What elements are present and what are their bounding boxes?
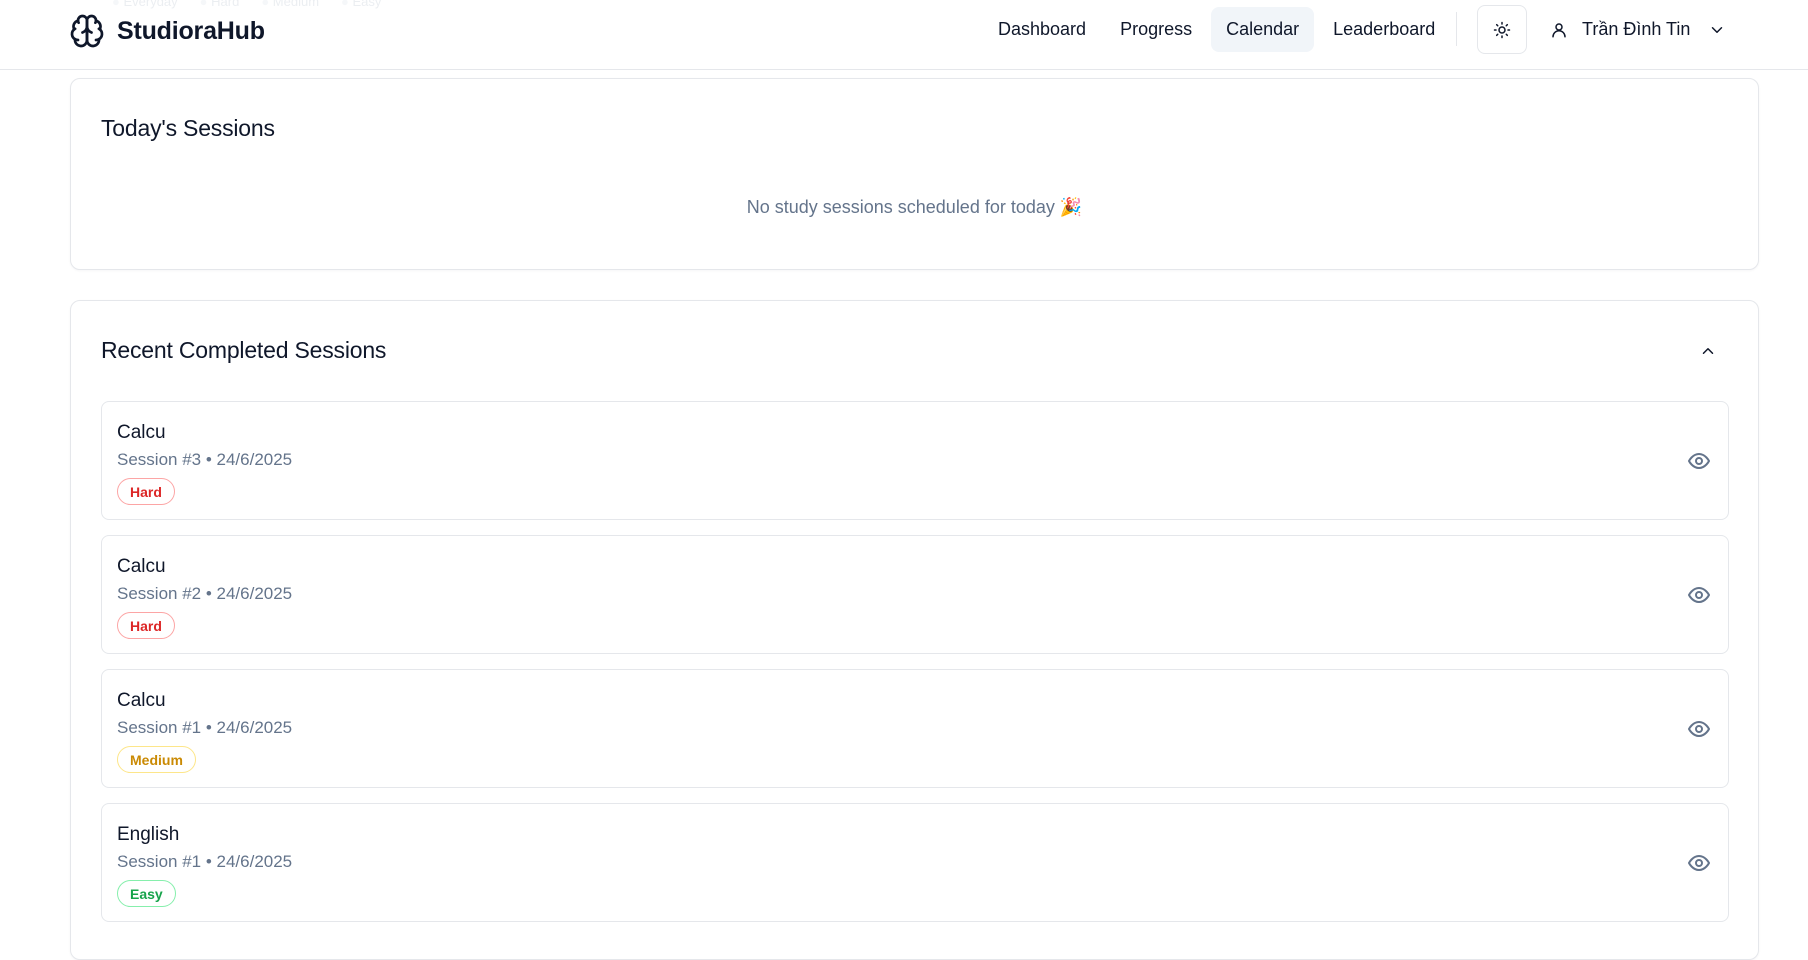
session-list: Calcu Session #3 • 24/6/2025 Hard Calcu … [101,401,1729,937]
recent-sessions-title: Recent Completed Sessions [101,337,387,363]
app-logo[interactable]: StudioraHub [69,13,265,49]
nav-leaderboard[interactable]: Leaderboard [1318,7,1450,52]
theme-toggle-button[interactable] [1477,5,1527,54]
eye-icon [1688,721,1710,737]
collapse-button[interactable] [1696,339,1720,363]
app-name: StudioraHub [117,16,265,45]
session-meta: Session #1 • 24/6/2025 [117,852,293,871]
session-item[interactable]: Calcu Session #1 • 24/6/2025 Medium [101,669,1729,788]
sun-icon [1493,21,1511,38]
faded-filter-row: Everyday Hard Medium Easy [112,0,381,9]
view-session-button[interactable] [1686,850,1712,876]
nav-dashboard[interactable]: Dashboard [983,7,1101,52]
session-meta: Session #2 • 24/6/2025 [117,584,293,603]
view-session-button[interactable] [1686,448,1712,474]
nav-calendar[interactable]: Calendar [1211,7,1315,52]
session-subject: English [117,824,180,845]
empty-state-message: No study sessions scheduled for today 🎉 [746,197,1083,217]
session-subject: Calcu [117,556,166,577]
session-item[interactable]: English Session #1 • 24/6/2025 Easy [101,803,1729,922]
session-item[interactable]: Calcu Session #2 • 24/6/2025 Hard [101,535,1729,654]
session-meta: Session #1 • 24/6/2025 [117,718,293,737]
brain-icon [70,14,104,48]
eye-icon [1688,453,1710,469]
difficulty-badge: Hard [117,478,175,505]
view-session-button[interactable] [1686,582,1712,608]
todays-sessions-card: Today's Sessions No study sessions sched… [70,78,1759,270]
nav-divider [1456,12,1457,46]
ghost-tab: Hard [200,0,239,9]
eye-icon [1688,587,1710,603]
difficulty-badge: Easy [117,880,176,907]
ghost-tab: Medium [261,0,319,9]
ghost-tab: Easy [341,0,382,9]
main-nav: Dashboard Progress Calendar Leaderboard [983,7,1450,52]
recent-sessions-card: Recent Completed Sessions Calcu Session … [70,300,1759,960]
difficulty-badge: Medium [117,746,196,773]
top-navbar: Everyday Hard Medium Easy StudioraHub Da… [0,0,1808,70]
todays-sessions-title: Today's Sessions [101,115,275,141]
chevron-up-icon [1702,348,1714,354]
view-session-button[interactable] [1686,716,1712,742]
session-subject: Calcu [117,690,166,711]
session-meta: Session #3 • 24/6/2025 [117,450,293,469]
session-subject: Calcu [117,422,166,443]
eye-icon [1688,855,1710,871]
user-menu[interactable]: Trần Đình Tin [1550,7,1726,52]
chevron-down-icon [1712,26,1723,33]
session-item[interactable]: Calcu Session #3 • 24/6/2025 Hard [101,401,1729,520]
difficulty-badge: Hard [117,612,175,639]
user-icon [1552,22,1566,37]
ghost-tab: Everyday [112,0,177,9]
nav-progress[interactable]: Progress [1105,7,1207,52]
user-name: Trần Đình Tin [1582,19,1691,39]
